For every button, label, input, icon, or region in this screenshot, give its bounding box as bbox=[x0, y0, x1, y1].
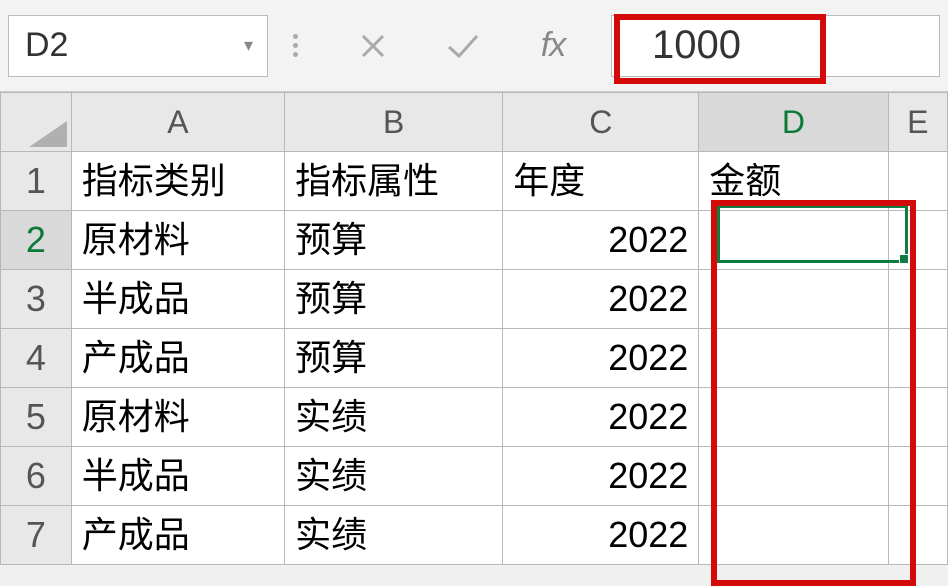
cell-B6[interactable]: 实绩 bbox=[285, 447, 503, 506]
cancel-icon[interactable] bbox=[353, 26, 393, 66]
row-header-1[interactable]: 1 bbox=[1, 152, 72, 211]
cell-E1[interactable] bbox=[888, 152, 947, 211]
cell-A6[interactable]: 半成品 bbox=[71, 447, 284, 506]
cell-C4[interactable]: 2022 bbox=[503, 329, 699, 388]
spreadsheet: A B C D E 1指标类别指标属性年度金额2原材料预算20223半成品预算2… bbox=[0, 92, 948, 565]
row-header-6[interactable]: 6 bbox=[1, 447, 72, 506]
cell-E4[interactable] bbox=[888, 329, 947, 388]
cell-C3[interactable]: 2022 bbox=[503, 270, 699, 329]
cell-B1[interactable]: 指标属性 bbox=[285, 152, 503, 211]
cell-reference: D2 bbox=[25, 26, 68, 65]
cell-C6[interactable]: 2022 bbox=[503, 447, 699, 506]
cell-D2[interactable] bbox=[699, 211, 888, 270]
cell-E5[interactable] bbox=[888, 388, 947, 447]
cell-B7[interactable]: 实绩 bbox=[285, 506, 503, 565]
cell-D5[interactable] bbox=[699, 388, 888, 447]
table-row: 3半成品预算2022 bbox=[1, 270, 948, 329]
cell-C5[interactable]: 2022 bbox=[503, 388, 699, 447]
col-header-B[interactable]: B bbox=[285, 93, 503, 152]
row-header-7[interactable]: 7 bbox=[1, 506, 72, 565]
enter-icon[interactable] bbox=[443, 26, 483, 66]
col-header-E[interactable]: E bbox=[888, 93, 947, 152]
table-row: 5原材料实绩2022 bbox=[1, 388, 948, 447]
cell-D1[interactable]: 金额 bbox=[699, 152, 888, 211]
formula-value: 1000 bbox=[652, 23, 741, 68]
cell-D6[interactable] bbox=[699, 447, 888, 506]
row-header-5[interactable]: 5 bbox=[1, 388, 72, 447]
col-header-A[interactable]: A bbox=[71, 93, 284, 152]
cell-B2[interactable]: 预算 bbox=[285, 211, 503, 270]
cell-D7[interactable] bbox=[699, 506, 888, 565]
col-header-C[interactable]: C bbox=[503, 93, 699, 152]
cell-B5[interactable]: 实绩 bbox=[285, 388, 503, 447]
cell-C2[interactable]: 2022 bbox=[503, 211, 699, 270]
cell-D4[interactable] bbox=[699, 329, 888, 388]
grid-table[interactable]: A B C D E 1指标类别指标属性年度金额2原材料预算20223半成品预算2… bbox=[0, 92, 948, 565]
select-all-corner[interactable] bbox=[1, 93, 72, 152]
cell-E6[interactable] bbox=[888, 447, 947, 506]
cell-E3[interactable] bbox=[888, 270, 947, 329]
cell-A3[interactable]: 半成品 bbox=[71, 270, 284, 329]
formula-bar: D2 ▾ fx 1000 bbox=[0, 0, 948, 92]
cell-D3[interactable] bbox=[699, 270, 888, 329]
row-header-3[interactable]: 3 bbox=[1, 270, 72, 329]
name-box[interactable]: D2 ▾ bbox=[8, 15, 268, 77]
table-row: 6半成品实绩2022 bbox=[1, 447, 948, 506]
col-header-D[interactable]: D bbox=[699, 93, 888, 152]
table-row: 7产成品实绩2022 bbox=[1, 506, 948, 565]
cell-C1[interactable]: 年度 bbox=[503, 152, 699, 211]
row-header-4[interactable]: 4 bbox=[1, 329, 72, 388]
cell-E7[interactable] bbox=[888, 506, 947, 565]
formula-input[interactable]: 1000 bbox=[611, 15, 940, 77]
cell-B3[interactable]: 预算 bbox=[285, 270, 503, 329]
cell-A7[interactable]: 产成品 bbox=[71, 506, 284, 565]
cell-A1[interactable]: 指标类别 bbox=[71, 152, 284, 211]
dropdown-icon[interactable]: ▾ bbox=[244, 35, 253, 56]
cell-C7[interactable]: 2022 bbox=[503, 506, 699, 565]
fx-icon[interactable]: fx bbox=[533, 26, 573, 66]
row-header-2[interactable]: 2 bbox=[1, 211, 72, 270]
cell-A5[interactable]: 原材料 bbox=[71, 388, 284, 447]
table-row: 4产成品预算2022 bbox=[1, 329, 948, 388]
table-row: 1指标类别指标属性年度金额 bbox=[1, 152, 948, 211]
cell-B4[interactable]: 预算 bbox=[285, 329, 503, 388]
cell-E2[interactable] bbox=[888, 211, 947, 270]
cell-A2[interactable]: 原材料 bbox=[71, 211, 284, 270]
table-row: 2原材料预算2022 bbox=[1, 211, 948, 270]
formula-bar-buttons: fx bbox=[323, 26, 603, 66]
cell-A4[interactable]: 产成品 bbox=[71, 329, 284, 388]
separator-dots bbox=[268, 34, 323, 57]
